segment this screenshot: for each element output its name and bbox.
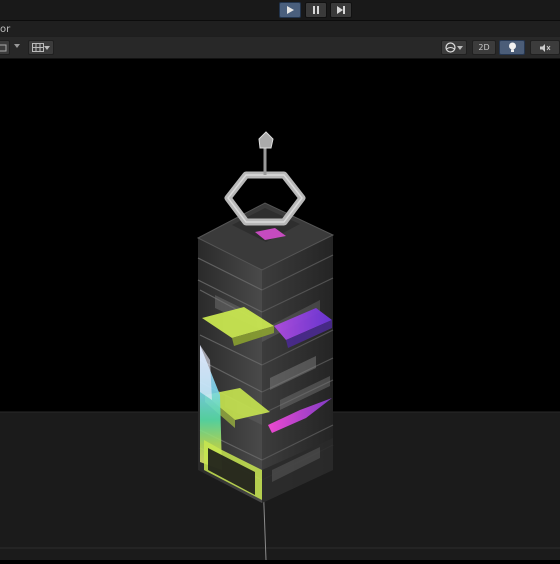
- mode-2d-button[interactable]: 2D: [472, 40, 496, 55]
- playmode-toolbar: [0, 0, 560, 21]
- scene-view-toolbar: 2D: [0, 36, 560, 59]
- gizmo-dropdown[interactable]: [28, 40, 54, 55]
- play-icon: [287, 6, 294, 14]
- step-icon: [337, 6, 345, 14]
- scene-tab-strip: or: [0, 21, 560, 36]
- scene-viewport[interactable]: [0, 57, 560, 561]
- pause-button[interactable]: [305, 2, 327, 18]
- top-gem: [258, 131, 274, 149]
- scene-render: [0, 131, 560, 561]
- step-button[interactable]: [330, 2, 352, 18]
- chevron-down-icon: [44, 46, 50, 50]
- gizmos-grid-icon: [32, 43, 44, 52]
- camera-settings-dropdown[interactable]: [441, 40, 467, 55]
- scene-tab-title[interactable]: or: [0, 24, 10, 35]
- scene-audio-toggle[interactable]: [530, 40, 560, 55]
- chevron-down-icon[interactable]: [14, 44, 20, 48]
- pause-icon: [313, 6, 319, 14]
- camera-sphere-icon: [445, 42, 456, 53]
- chevron-down-icon: [457, 46, 463, 50]
- lightbulb-icon: [508, 42, 516, 52]
- scene-lighting-toggle[interactable]: [499, 40, 525, 55]
- play-button[interactable]: [279, 2, 301, 18]
- mode-2d-label: 2D: [478, 43, 490, 52]
- audio-mute-icon: [540, 43, 551, 52]
- draw-mode-button[interactable]: [0, 40, 10, 55]
- shading-mode-icon: [0, 44, 7, 51]
